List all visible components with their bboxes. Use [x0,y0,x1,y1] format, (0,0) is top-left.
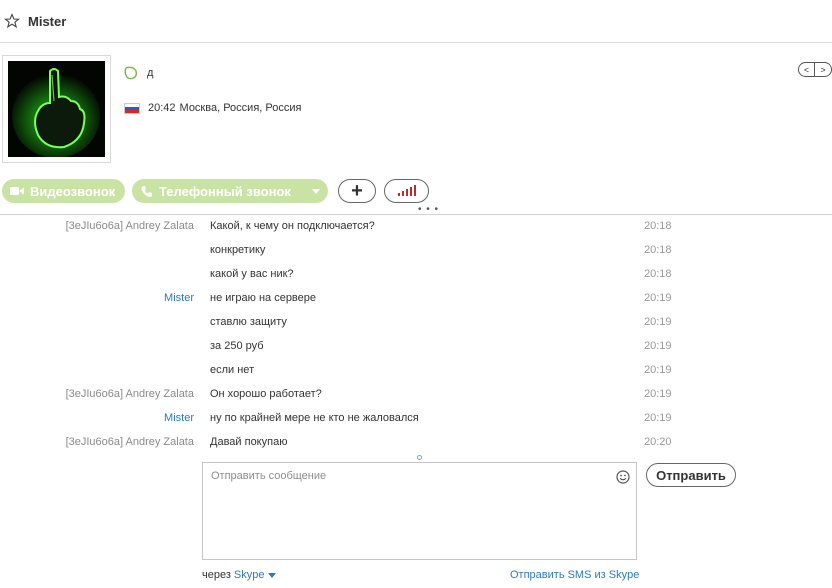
message-row: [3eJIu6o6a] Andrey Zalata Давай покупаю … [0,430,832,454]
resize-handle-icon[interactable]: • • • [418,205,439,215]
message-row: какой у вас ник? 20:18 [0,262,832,286]
message-sender[interactable]: [3eJIu6o6a] Andrey Zalata [66,388,194,400]
avatar [8,61,105,157]
message-row: за 250 руб 20:19 [0,334,832,358]
message-text: Он хорошо работает? [210,388,322,400]
message-time: 20:18 [644,220,672,232]
message-sender[interactable]: [3eJIu6o6a] Andrey Zalata [66,220,194,232]
message-time: 20:18 [644,244,672,256]
via-prefix: через [202,569,231,581]
chevron-left-icon[interactable]: < [798,62,815,77]
video-camera-icon [10,187,24,195]
message-row: [3eJIu6o6a] Andrey Zalata Какой, к чему … [0,214,832,238]
phone-call-label: Телефонный звонок [159,183,291,199]
conversation-header: Mister [0,0,832,43]
message-time: 20:19 [644,364,672,376]
video-call-label: Видеозвонок [30,183,116,199]
message-row: [3eJIu6o6a] Andrey Zalata Он хорошо рабо… [0,382,832,406]
chevron-right-icon[interactable]: > [815,62,832,77]
message-text: ставлю защиту [210,316,287,328]
message-time: 20:19 [644,412,672,424]
via-service[interactable]: Skype [234,569,265,581]
russia-flag-icon [124,102,140,114]
call-quality-button[interactable] [384,179,429,203]
message-text: не играю на сервере [210,292,317,304]
message-row: Mister ну по крайней мере не кто не жало… [0,406,832,430]
message-sender[interactable]: Mister [164,412,194,424]
message-row: конкретику 20:18 [0,238,832,262]
message-row: Mister не играю на сервере 20:19 [0,286,832,310]
chevron-down-icon[interactable] [312,189,320,194]
message-text: за 250 руб [210,340,264,352]
message-time: 20:19 [644,388,672,400]
phone-icon [141,185,152,197]
message-sender[interactable]: Mister [164,292,194,304]
mood-row: д [124,65,153,81]
video-call-button[interactable]: Видеозвонок [2,179,125,203]
local-time: 20:42 [148,102,176,114]
profile-nav: < > [798,62,832,77]
message-text: Давай покупаю [210,436,288,448]
signal-strength-icon [397,185,417,196]
message-time: 20:19 [644,340,672,352]
message-time: 20:19 [644,292,672,304]
message-text: если нет [210,364,255,376]
message-row: ставлю защиту 20:19 [0,310,832,334]
send-sms-link[interactable]: Отправить SMS из Skype [510,569,639,581]
message-text: Какой, к чему он подключается? [210,220,375,232]
online-status-icon [124,66,138,80]
message-time: 20:19 [644,316,672,328]
scroll-indicator-icon[interactable] [417,455,422,460]
message-sender[interactable]: [3eJIu6o6a] Andrey Zalata [66,436,194,448]
message-row: если нет 20:19 [0,358,832,382]
emoticon-icon[interactable] [616,470,630,484]
contact-name: Mister [28,14,67,29]
mood-message: д [147,67,154,79]
message-time: 20:18 [644,268,672,280]
message-time: 20:20 [644,436,672,448]
location-row: 20:42 Москва, Россия, Россия [124,101,301,115]
location-text: Москва, Россия, Россия [179,102,302,114]
message-placeholder: Отправить сообщение [211,470,327,482]
send-via-selector[interactable]: через Skype [202,569,277,581]
message-input[interactable]: Отправить сообщение [202,462,637,560]
chevron-down-icon[interactable] [268,572,277,578]
message-text: ну по крайней мере не кто не жаловался [210,412,419,424]
phone-call-button[interactable]: Телефонный звонок [132,179,328,203]
message-text: конкретику [210,244,266,256]
message-text: какой у вас ник? [210,268,294,280]
send-button[interactable]: Отправить [646,463,736,487]
favorite-star-icon[interactable] [4,13,20,29]
add-participant-button[interactable]: + [338,179,376,203]
avatar-frame[interactable] [2,55,111,163]
